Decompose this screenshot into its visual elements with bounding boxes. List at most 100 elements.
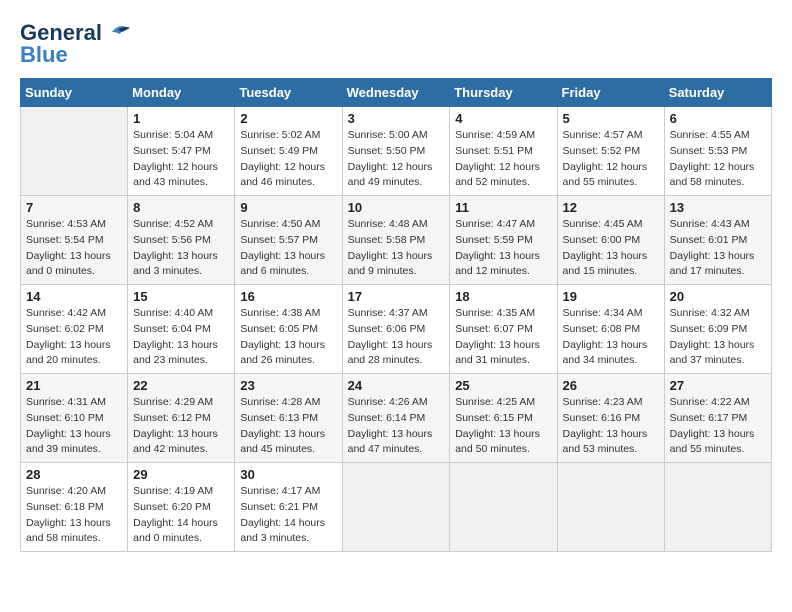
day-info: Sunrise: 4:34 AMSunset: 6:08 PMDaylight:… — [563, 306, 659, 369]
day-number: 23 — [240, 378, 336, 393]
calendar-cell: 26 Sunrise: 4:23 AMSunset: 6:16 PMDayligh… — [557, 374, 664, 463]
day-number: 28 — [26, 467, 122, 482]
calendar-cell: 14 Sunrise: 4:42 AMSunset: 6:02 PMDayligh… — [21, 285, 128, 374]
calendar-cell: 16 Sunrise: 4:38 AMSunset: 6:05 PMDayligh… — [235, 285, 342, 374]
calendar-cell: 30Sunrise: 4:17 AMSunset: 6:21 PMDayligh… — [235, 463, 342, 552]
weekday-header-saturday: Saturday — [664, 79, 771, 107]
calendar-cell: 18Sunrise: 4:35 AMSunset: 6:07 PMDayligh… — [450, 285, 557, 374]
day-number: 30 — [240, 467, 336, 482]
calendar-cell — [664, 463, 771, 552]
day-info: Sunrise: 4:53 AMSunset: 5:54 PMDaylight:… — [26, 217, 122, 280]
day-info: Sunrise: 5:04 AMSunset: 5:47 PMDaylight:… — [133, 128, 229, 191]
calendar-cell: 15 Sunrise: 4:40 AMSunset: 6:04 PMDayligh… — [128, 285, 235, 374]
day-number: 11 — [455, 200, 551, 215]
calendar-cell: 3 Sunrise: 5:00 AMSunset: 5:50 PMDaylight… — [342, 107, 450, 196]
calendar-cell: 13 Sunrise: 4:43 AMSunset: 6:01 PMDayligh… — [664, 196, 771, 285]
day-number: 1 — [133, 111, 229, 126]
day-info: Sunrise: 4:37 AMSunset: 6:06 PMDaylight:… — [348, 306, 445, 369]
calendar-cell: 12 Sunrise: 4:45 AMSunset: 6:00 PMDayligh… — [557, 196, 664, 285]
logo-bird-icon — [104, 22, 132, 44]
day-number: 25 — [455, 378, 551, 393]
calendar-cell — [450, 463, 557, 552]
day-info: Sunrise: 4:50 AMSunset: 5:57 PMDaylight:… — [240, 217, 336, 280]
day-number: 4 — [455, 111, 551, 126]
day-number: 16 — [240, 289, 336, 304]
day-info: Sunrise: 4:28 AMSunset: 6:13 PMDaylight:… — [240, 395, 336, 458]
calendar-cell: 24Sunrise: 4:26 AMSunset: 6:14 PMDayligh… — [342, 374, 450, 463]
calendar-cell — [557, 463, 664, 552]
page-header: General Blue — [20, 20, 772, 68]
day-number: 29 — [133, 467, 229, 482]
calendar-cell: 19 Sunrise: 4:34 AMSunset: 6:08 PMDayligh… — [557, 285, 664, 374]
day-info: Sunrise: 4:47 AMSunset: 5:59 PMDaylight:… — [455, 217, 551, 280]
day-info: Sunrise: 4:42 AMSunset: 6:02 PMDaylight:… — [26, 306, 122, 369]
day-number: 15 — [133, 289, 229, 304]
day-number: 27 — [670, 378, 766, 393]
day-info: Sunrise: 4:59 AMSunset: 5:51 PMDaylight:… — [455, 128, 551, 191]
weekday-header-monday: Monday — [128, 79, 235, 107]
calendar-cell: 25 Sunrise: 4:25 AMSunset: 6:15 PMDayligh… — [450, 374, 557, 463]
weekday-header-thursday: Thursday — [450, 79, 557, 107]
week-row-5: 28 Sunrise: 4:20 AMSunset: 6:18 PMDayligh… — [21, 463, 772, 552]
day-number: 13 — [670, 200, 766, 215]
day-number: 2 — [240, 111, 336, 126]
day-number: 17 — [348, 289, 445, 304]
calendar-cell: 21 Sunrise: 4:31 AMSunset: 6:10 PMDayligh… — [21, 374, 128, 463]
day-info: Sunrise: 4:43 AMSunset: 6:01 PMDaylight:… — [670, 217, 766, 280]
day-info: Sunrise: 4:40 AMSunset: 6:04 PMDaylight:… — [133, 306, 229, 369]
calendar-cell: 11 Sunrise: 4:47 AMSunset: 5:59 PMDayligh… — [450, 196, 557, 285]
day-number: 26 — [563, 378, 659, 393]
calendar-cell: 22 Sunrise: 4:29 AMSunset: 6:12 PMDayligh… — [128, 374, 235, 463]
day-info: Sunrise: 4:31 AMSunset: 6:10 PMDaylight:… — [26, 395, 122, 458]
week-row-1: 1 Sunrise: 5:04 AMSunset: 5:47 PMDaylight… — [21, 107, 772, 196]
calendar-cell: 6 Sunrise: 4:55 AMSunset: 5:53 PMDaylight… — [664, 107, 771, 196]
day-number: 20 — [670, 289, 766, 304]
day-number: 6 — [670, 111, 766, 126]
day-number: 3 — [348, 111, 445, 126]
day-info: Sunrise: 4:35 AMSunset: 6:07 PMDaylight:… — [455, 306, 551, 369]
day-info: Sunrise: 4:22 AMSunset: 6:17 PMDaylight:… — [670, 395, 766, 458]
calendar-cell — [21, 107, 128, 196]
day-number: 7 — [26, 200, 122, 215]
day-number: 14 — [26, 289, 122, 304]
weekday-header-friday: Friday — [557, 79, 664, 107]
day-info: Sunrise: 4:48 AMSunset: 5:58 PMDaylight:… — [348, 217, 445, 280]
day-number: 9 — [240, 200, 336, 215]
day-info: Sunrise: 4:45 AMSunset: 6:00 PMDaylight:… — [563, 217, 659, 280]
day-info: Sunrise: 4:29 AMSunset: 6:12 PMDaylight:… — [133, 395, 229, 458]
day-number: 22 — [133, 378, 229, 393]
day-info: Sunrise: 4:19 AMSunset: 6:20 PMDaylight:… — [133, 484, 229, 547]
day-info: Sunrise: 4:38 AMSunset: 6:05 PMDaylight:… — [240, 306, 336, 369]
day-number: 21 — [26, 378, 122, 393]
calendar-cell: 29 Sunrise: 4:19 AMSunset: 6:20 PMDayligh… — [128, 463, 235, 552]
day-number: 12 — [563, 200, 659, 215]
week-row-4: 21 Sunrise: 4:31 AMSunset: 6:10 PMDayligh… — [21, 374, 772, 463]
day-number: 5 — [563, 111, 659, 126]
logo-text-blue: Blue — [20, 42, 68, 68]
day-info: Sunrise: 4:20 AMSunset: 6:18 PMDaylight:… — [26, 484, 122, 547]
day-info: Sunrise: 4:25 AMSunset: 6:15 PMDaylight:… — [455, 395, 551, 458]
calendar-cell: 4 Sunrise: 4:59 AMSunset: 5:51 PMDaylight… — [450, 107, 557, 196]
calendar-cell: 10 Sunrise: 4:48 AMSunset: 5:58 PMDayligh… — [342, 196, 450, 285]
day-info: Sunrise: 4:55 AMSunset: 5:53 PMDaylight:… — [670, 128, 766, 191]
calendar-cell: 23 Sunrise: 4:28 AMSunset: 6:13 PMDayligh… — [235, 374, 342, 463]
calendar-table: SundayMondayTuesdayWednesdayThursdayFrid… — [20, 78, 772, 552]
day-number: 8 — [133, 200, 229, 215]
calendar-cell: 27 Sunrise: 4:22 AMSunset: 6:17 PMDayligh… — [664, 374, 771, 463]
weekday-header-sunday: Sunday — [21, 79, 128, 107]
weekday-header-row: SundayMondayTuesdayWednesdayThursdayFrid… — [21, 79, 772, 107]
day-number: 10 — [348, 200, 445, 215]
calendar-cell: 8Sunrise: 4:52 AMSunset: 5:56 PMDaylight… — [128, 196, 235, 285]
weekday-header-wednesday: Wednesday — [342, 79, 450, 107]
day-info: Sunrise: 5:00 AMSunset: 5:50 PMDaylight:… — [348, 128, 445, 191]
calendar-cell: 1 Sunrise: 5:04 AMSunset: 5:47 PMDaylight… — [128, 107, 235, 196]
day-number: 24 — [348, 378, 445, 393]
calendar-cell: 2Sunrise: 5:02 AMSunset: 5:49 PMDaylight… — [235, 107, 342, 196]
day-info: Sunrise: 4:32 AMSunset: 6:09 PMDaylight:… — [670, 306, 766, 369]
day-info: Sunrise: 4:23 AMSunset: 6:16 PMDaylight:… — [563, 395, 659, 458]
day-number: 19 — [563, 289, 659, 304]
calendar-cell: 17 Sunrise: 4:37 AMSunset: 6:06 PMDayligh… — [342, 285, 450, 374]
calendar-cell: 28 Sunrise: 4:20 AMSunset: 6:18 PMDayligh… — [21, 463, 128, 552]
calendar-cell: 5Sunrise: 4:57 AMSunset: 5:52 PMDaylight… — [557, 107, 664, 196]
calendar-cell: 9 Sunrise: 4:50 AMSunset: 5:57 PMDaylight… — [235, 196, 342, 285]
